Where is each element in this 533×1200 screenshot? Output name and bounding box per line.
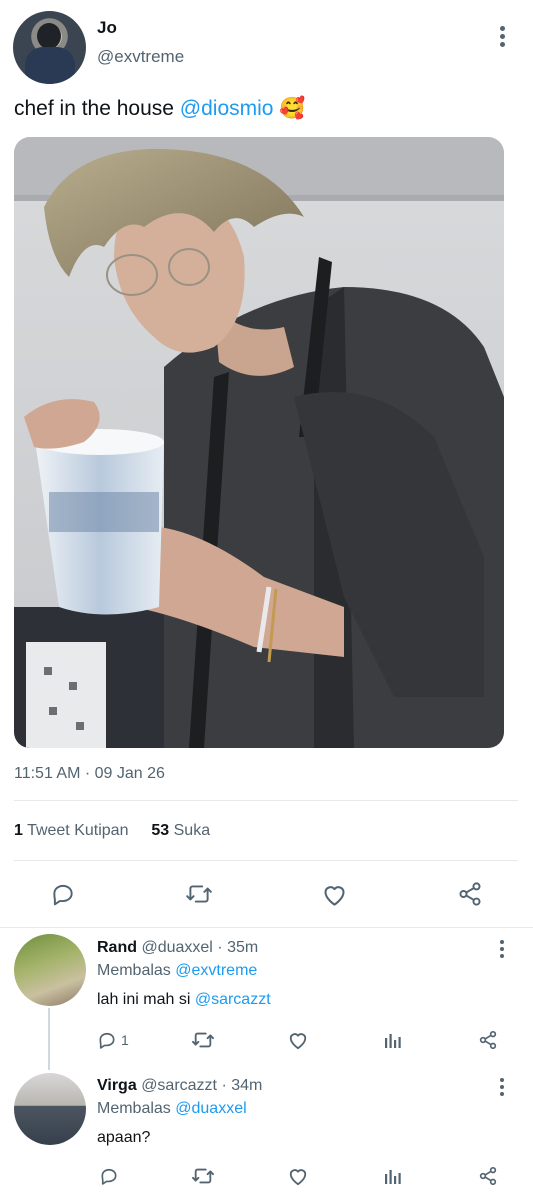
retweet-icon bbox=[192, 1168, 214, 1184]
more-icon[interactable] bbox=[500, 1078, 506, 1099]
retweet-button[interactable] bbox=[190, 1028, 216, 1052]
share-icon bbox=[479, 1167, 497, 1186]
quotes-stat[interactable]: 1 Tweet Kutipan bbox=[14, 822, 128, 839]
heart-icon bbox=[323, 885, 345, 906]
divider bbox=[0, 927, 533, 928]
share-button[interactable] bbox=[451, 876, 489, 912]
likes-stat[interactable]: 53 Suka bbox=[151, 822, 210, 839]
reply-author-name[interactable]: Rand bbox=[97, 939, 137, 956]
reply-author-handle[interactable]: @sarcazzt bbox=[141, 1077, 217, 1094]
tweet-text: chef in the house @diosmio 🥰 bbox=[14, 95, 305, 123]
reply-text: apaan? bbox=[97, 1129, 151, 1146]
more-icon[interactable] bbox=[500, 940, 506, 961]
retweet-icon bbox=[186, 885, 212, 903]
reply-author-name[interactable]: Virga bbox=[97, 1077, 137, 1094]
reply-avatar[interactable] bbox=[14, 934, 86, 1006]
replying-to: Membalas @duaxxel bbox=[97, 1100, 247, 1118]
heart-icon bbox=[289, 1033, 307, 1050]
share-icon bbox=[479, 1031, 497, 1050]
reply-time[interactable]: · 34m bbox=[221, 1077, 262, 1094]
retweet-button[interactable] bbox=[190, 1164, 216, 1188]
tweet-mention[interactable]: @diosmio bbox=[180, 97, 274, 120]
author-name[interactable]: Jo bbox=[97, 18, 117, 38]
quotes-label: Tweet Kutipan bbox=[27, 822, 129, 839]
replying-to: Membalas @exvtreme bbox=[97, 962, 257, 980]
reply-text-mention[interactable]: @sarcazzt bbox=[195, 991, 271, 1008]
reply-count: 1 bbox=[121, 1032, 129, 1048]
reply-icon bbox=[99, 1032, 115, 1049]
quotes-count: 1 bbox=[14, 822, 23, 839]
tweet-emoji: 🥰 bbox=[279, 97, 306, 120]
reply-icon bbox=[101, 1168, 117, 1185]
like-button[interactable] bbox=[286, 1164, 310, 1188]
divider bbox=[14, 860, 518, 861]
replying-label: Membalas bbox=[97, 1100, 171, 1117]
likes-count: 53 bbox=[151, 822, 170, 839]
tweet-timestamp[interactable]: 11:51 AM · 09 Jan 26 bbox=[14, 765, 165, 783]
analytics-icon bbox=[385, 1170, 401, 1184]
views-button[interactable] bbox=[381, 1164, 405, 1188]
share-icon bbox=[459, 882, 481, 906]
reply-button[interactable]: 1 bbox=[97, 1028, 129, 1052]
reply-avatar[interactable] bbox=[14, 1073, 86, 1145]
like-button[interactable] bbox=[286, 1028, 310, 1052]
reply-time[interactable]: · 35m bbox=[217, 939, 258, 956]
divider bbox=[14, 800, 518, 801]
reply-button[interactable] bbox=[44, 876, 82, 912]
replying-label: Membalas bbox=[97, 962, 171, 979]
likes-label: Suka bbox=[173, 822, 211, 839]
tweet-text-body: chef in the house bbox=[14, 97, 180, 120]
reply-button[interactable] bbox=[97, 1164, 121, 1188]
reply-header: Rand @duaxxel · 35m bbox=[97, 939, 258, 957]
heart-icon bbox=[289, 1169, 307, 1186]
reply-text: lah ini mah si @sarcazzt bbox=[97, 991, 271, 1009]
views-button[interactable] bbox=[381, 1028, 405, 1052]
author-handle[interactable]: @exvtreme bbox=[97, 47, 184, 67]
reply-header: Virga @sarcazzt · 34m bbox=[97, 1077, 262, 1095]
reply-icon bbox=[53, 884, 73, 906]
replying-mention[interactable]: @exvtreme bbox=[175, 962, 257, 979]
retweet-button[interactable] bbox=[180, 876, 218, 912]
replying-mention[interactable]: @duaxxel bbox=[175, 1100, 246, 1117]
author-avatar[interactable] bbox=[13, 11, 86, 84]
thread-line bbox=[48, 1008, 50, 1070]
share-button[interactable] bbox=[476, 1028, 500, 1052]
analytics-icon bbox=[385, 1034, 401, 1048]
tweet-photo[interactable] bbox=[14, 137, 504, 748]
reply-text-body: lah ini mah si bbox=[97, 991, 195, 1008]
share-button[interactable] bbox=[476, 1164, 500, 1188]
retweet-icon bbox=[192, 1032, 214, 1048]
more-icon[interactable] bbox=[500, 26, 506, 50]
reply-author-handle[interactable]: @duaxxel bbox=[141, 939, 212, 956]
tweet-stats: 1 Tweet Kutipan 53 Suka bbox=[14, 822, 210, 840]
like-button[interactable] bbox=[315, 876, 353, 912]
